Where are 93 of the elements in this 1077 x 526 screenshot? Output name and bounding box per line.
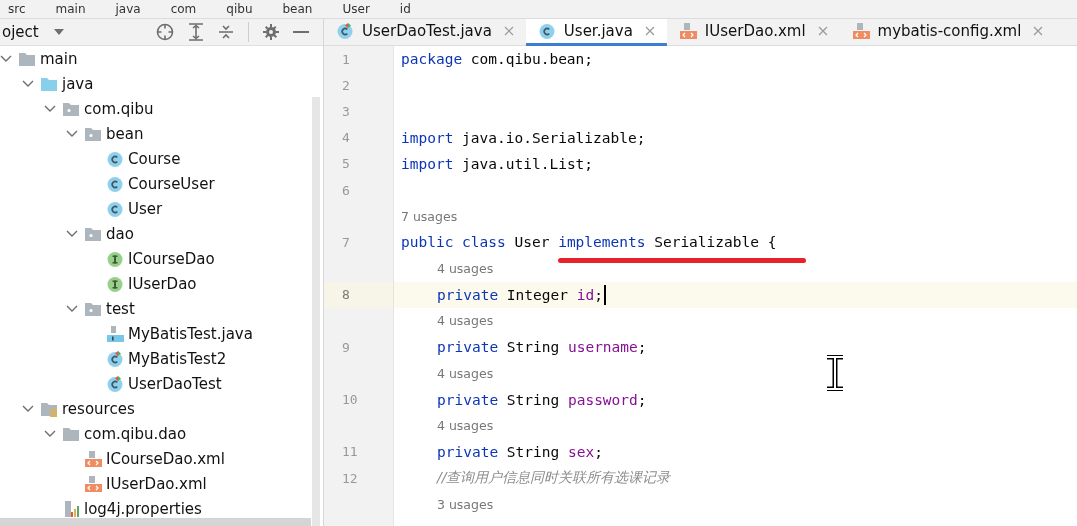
tree-item-label[interactable]: User <box>128 199 163 218</box>
editor-tab[interactable]: User.java <box>525 19 667 46</box>
tree-item-label[interactable]: com.qibu <box>84 99 154 118</box>
editor-tab[interactable]: UserDaoTest.java <box>324 19 526 46</box>
close-icon[interactable] <box>817 26 828 36</box>
code-line: private Integer id; <box>437 286 603 303</box>
breadcrumb-item[interactable]: qibu <box>226 2 253 16</box>
java-file-icon <box>106 324 124 343</box>
class-icon <box>537 22 556 40</box>
tree-item-label[interactable]: ICourseDao <box>128 249 215 268</box>
tree-item-label[interactable]: main <box>40 49 78 68</box>
chevron-icon[interactable] <box>44 104 56 113</box>
tree-item-label[interactable]: IUserDao.xml <box>106 474 207 493</box>
class-icon <box>106 149 124 168</box>
usages-hint[interactable]: 4 usages <box>437 313 494 329</box>
line-number: 4 <box>341 129 351 148</box>
breadcrumb-item[interactable]: id <box>399 2 411 16</box>
tree-item-label[interactable]: bean <box>106 124 144 143</box>
code-line: public class User implements Serializable { <box>401 234 777 251</box>
xml-file-icon <box>678 22 697 40</box>
line-number: 11 <box>341 443 359 462</box>
line-number: 12 <box>341 469 359 488</box>
editor-tab[interactable]: mybatis-config.xml <box>839 19 1056 46</box>
line-number: 10 <box>341 391 359 410</box>
breadcrumb-item[interactable]: User <box>342 2 370 16</box>
chevron-icon[interactable] <box>66 129 78 138</box>
usages-hint[interactable]: 3 usages <box>437 496 494 512</box>
tree-item-label[interactable]: log4j.properties <box>84 499 202 518</box>
chevron-icon[interactable] <box>66 229 78 238</box>
test-class-icon <box>106 349 124 368</box>
test-class-icon <box>106 374 124 393</box>
class-icon <box>106 199 124 218</box>
tree-item-label[interactable]: dao <box>106 224 134 243</box>
line-number: 5 <box>341 155 351 174</box>
tree-item-label[interactable]: CourseUser <box>128 174 215 193</box>
line-number: 1 <box>341 50 351 69</box>
usages-hint[interactable]: 4 usages <box>437 418 494 434</box>
code-line: private String sex; <box>437 443 603 460</box>
line-number: 6 <box>341 181 351 200</box>
tree-item-label[interactable]: test <box>106 299 135 318</box>
close-icon[interactable] <box>1033 26 1044 36</box>
code-line: private String username; <box>437 339 647 356</box>
code-line: //查询用户信息同时关联所有选课记录 <box>437 469 671 488</box>
breadcrumb-item[interactable]: main <box>55 2 86 16</box>
line-number: 3 <box>341 102 351 121</box>
properties-file-icon <box>62 499 80 518</box>
chevron-icon[interactable] <box>22 404 34 413</box>
usages-hint[interactable]: 4 usages <box>437 261 494 277</box>
chevron-icon[interactable] <box>0 54 12 63</box>
class-icon <box>106 174 124 193</box>
tree-item-label[interactable]: ICourseDao.xml <box>106 449 225 468</box>
code-line: private String password; <box>437 391 647 408</box>
interface-icon <box>106 274 124 293</box>
xml-file-icon <box>84 449 102 468</box>
collapse-all-icon[interactable] <box>218 23 234 41</box>
close-icon[interactable] <box>644 26 655 36</box>
editor-tab[interactable]: IUserDao.xml <box>666 19 840 46</box>
code-line: import java.io.Serializable; <box>401 129 646 146</box>
line-number: 7 <box>341 233 351 252</box>
tree-item-label[interactable]: Course <box>128 149 181 168</box>
line-number: 9 <box>341 338 351 357</box>
tree-item-label[interactable]: java <box>62 74 94 93</box>
panel-title[interactable]: oject <box>2 23 39 41</box>
line-number: 2 <box>341 76 351 95</box>
code-line: package com.qibu.bean; <box>401 51 594 68</box>
xml-file-icon <box>851 22 870 40</box>
chevron-icon[interactable] <box>66 304 78 313</box>
interface-icon <box>106 249 124 268</box>
tree-item-label[interactable]: com.qibu.dao <box>84 424 187 443</box>
chevron-icon[interactable] <box>22 79 34 88</box>
expand-all-icon[interactable] <box>188 23 204 41</box>
chevron-icon[interactable] <box>44 429 56 438</box>
breadcrumb-item[interactable]: java <box>115 2 141 16</box>
settings-icon[interactable] <box>263 24 279 40</box>
text-cursor-icon <box>824 355 846 391</box>
close-icon[interactable] <box>503 26 514 36</box>
tree-item-label[interactable]: UserDaoTest <box>128 374 222 393</box>
code-line: import java.util.List; <box>401 155 594 172</box>
tree-item-label[interactable]: MyBatisTest.java <box>128 324 253 343</box>
breadcrumb-item[interactable]: com <box>170 2 197 16</box>
text-caret <box>603 284 606 305</box>
tree-item-label[interactable]: resources <box>62 399 135 418</box>
crosshair-icon[interactable] <box>156 23 174 41</box>
usages-hint[interactable]: 4 usages <box>437 365 494 381</box>
scrollbar[interactable] <box>312 97 320 526</box>
usages-hint[interactable]: 7 usages <box>401 208 458 224</box>
dropdown-caret-icon[interactable] <box>52 28 65 36</box>
tree-item-label[interactable]: MyBatisTest2 <box>128 349 227 368</box>
breadcrumb-item[interactable]: bean <box>282 2 313 16</box>
test-class-icon <box>336 22 354 40</box>
xml-file-icon <box>84 474 102 493</box>
breadcrumb-item[interactable]: src <box>8 2 26 16</box>
tree-item-label[interactable]: IUserDao <box>128 274 197 293</box>
